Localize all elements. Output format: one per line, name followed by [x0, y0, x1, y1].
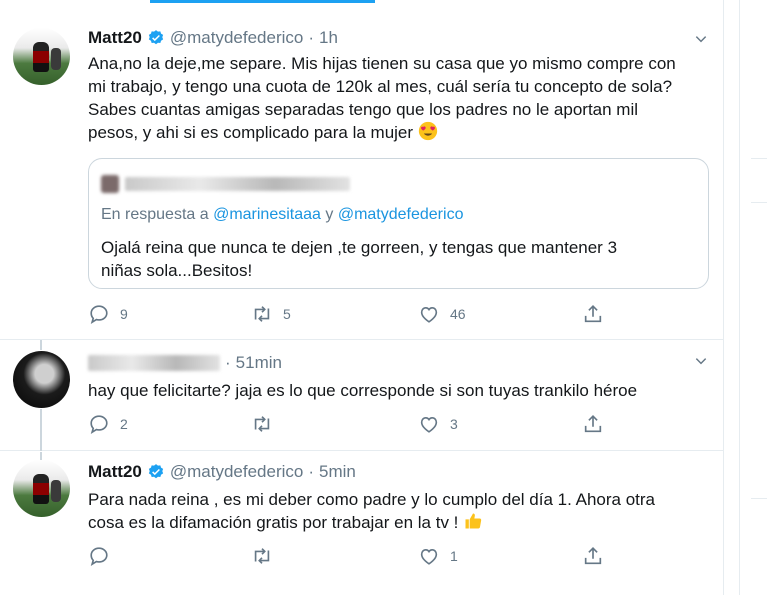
tweet-header: Matt20 @matydefederico · 1h — [88, 28, 338, 48]
tweet[interactable]: · 51min hay que felicitarte? jaja es lo … — [0, 340, 724, 451]
tweet-text-content: Para nada reina , es mi deber como padre… — [88, 490, 655, 532]
verified-badge-icon — [148, 30, 163, 45]
tweet[interactable]: Matt20 @matydefederico · 1h Ana,no la de… — [0, 0, 724, 340]
tweet-actions: 9 5 46 — [88, 303, 608, 327]
retweet-icon — [254, 416, 270, 432]
tweet-actions: 2 3 — [88, 413, 608, 437]
username-blurred — [88, 355, 220, 371]
avatar[interactable] — [13, 351, 70, 408]
quoted-tweet-header — [101, 175, 350, 193]
like-button[interactable]: 3 — [418, 413, 458, 435]
tweet-header: · 51min — [88, 353, 282, 373]
timeline: Matt20 @matydefederico · 1h Ana,no la de… — [0, 0, 724, 595]
reply-icon — [90, 305, 108, 325]
like-count: 46 — [450, 306, 466, 322]
like-icon — [420, 416, 438, 433]
sidebar-border — [739, 0, 740, 595]
share-button[interactable] — [582, 545, 604, 567]
reply-button[interactable]: 9 — [88, 303, 128, 325]
display-name[interactable]: Matt20 — [88, 462, 142, 482]
verified-badge-icon — [148, 464, 163, 479]
tweet[interactable]: Matt20 @matydefederico · 5min Para nada … — [0, 452, 724, 595]
chevron-down-icon[interactable] — [694, 354, 708, 368]
reply-button[interactable] — [88, 545, 120, 567]
reply-context: En respuesta a @marinesitaaa y @matydefe… — [101, 206, 463, 224]
quoted-name-blurred — [125, 177, 350, 191]
retweet-button[interactable] — [251, 413, 283, 435]
separator-dot: · — [225, 353, 231, 372]
mention-link[interactable]: @matydefederico — [338, 206, 464, 223]
share-icon — [584, 415, 602, 433]
avatar[interactable] — [13, 28, 70, 85]
tweet-actions: 1 — [88, 545, 608, 569]
reply-icon — [90, 547, 108, 567]
heart-eyes-emoji-icon — [418, 121, 437, 141]
share-icon — [584, 547, 602, 565]
like-count: 1 — [450, 548, 458, 564]
reply-icon — [90, 415, 108, 435]
right-sidebar-edge — [725, 0, 767, 595]
chevron-down-icon[interactable] — [694, 32, 708, 46]
retweet-icon — [254, 306, 270, 322]
sidebar-divider — [751, 158, 767, 159]
share-icon — [584, 305, 602, 323]
separator-dot: · — [308, 462, 315, 481]
retweet-count: 5 — [283, 306, 291, 322]
retweet-button[interactable] — [251, 545, 283, 567]
share-button[interactable] — [582, 413, 604, 435]
quoted-tweet[interactable]: En respuesta a @marinesitaaa y @matydefe… — [88, 158, 709, 289]
reply-button[interactable]: 2 — [88, 413, 128, 435]
sidebar-divider — [751, 498, 767, 499]
like-icon — [420, 548, 438, 565]
tweet-header: Matt20 @matydefederico · 5min — [88, 462, 356, 482]
timestamp[interactable]: 51min — [236, 353, 282, 373]
separator-dot: · — [308, 28, 315, 47]
timestamp[interactable]: 1h — [319, 28, 338, 48]
quoted-avatar-blurred — [101, 175, 119, 193]
thread-line — [40, 340, 42, 350]
tweet-text: hay que felicitarte? jaja es lo que corr… — [88, 381, 638, 400]
like-count: 3 — [450, 416, 458, 432]
mention-link[interactable]: @marinesitaaa — [213, 206, 321, 223]
handle[interactable]: @matydefederico — [170, 462, 304, 482]
tweet-text: Para nada reina , es mi deber como padre… — [88, 488, 718, 534]
retweet-icon — [254, 548, 270, 564]
share-button[interactable] — [582, 303, 604, 325]
like-icon — [420, 306, 438, 323]
retweet-button[interactable]: 5 — [251, 303, 291, 325]
tweet-text: Ana,no la deje,me separe. Mis hijas tien… — [88, 52, 718, 144]
timestamp[interactable]: 5min — [319, 462, 356, 482]
like-button[interactable]: 46 — [418, 303, 466, 325]
thread-line — [40, 409, 42, 451]
like-button[interactable]: 1 — [418, 545, 458, 567]
tweet-text-content: Ana,no la deje,me separe. Mis hijas tien… — [88, 54, 676, 142]
reply-count: 9 — [120, 306, 128, 322]
avatar[interactable] — [13, 460, 70, 517]
sidebar-divider — [751, 202, 767, 203]
display-name[interactable]: Matt20 — [88, 28, 142, 48]
reply-conjunction: y — [325, 206, 334, 223]
thread-line — [40, 452, 42, 460]
quoted-tweet-text: Ojalá reina que nunca te dejen ,te gorre… — [101, 238, 618, 280]
reply-count: 2 — [120, 416, 128, 432]
reply-prefix: En respuesta a — [101, 206, 209, 223]
handle[interactable]: @matydefederico — [170, 28, 304, 48]
thumbs-up-emoji-icon — [465, 513, 482, 529]
